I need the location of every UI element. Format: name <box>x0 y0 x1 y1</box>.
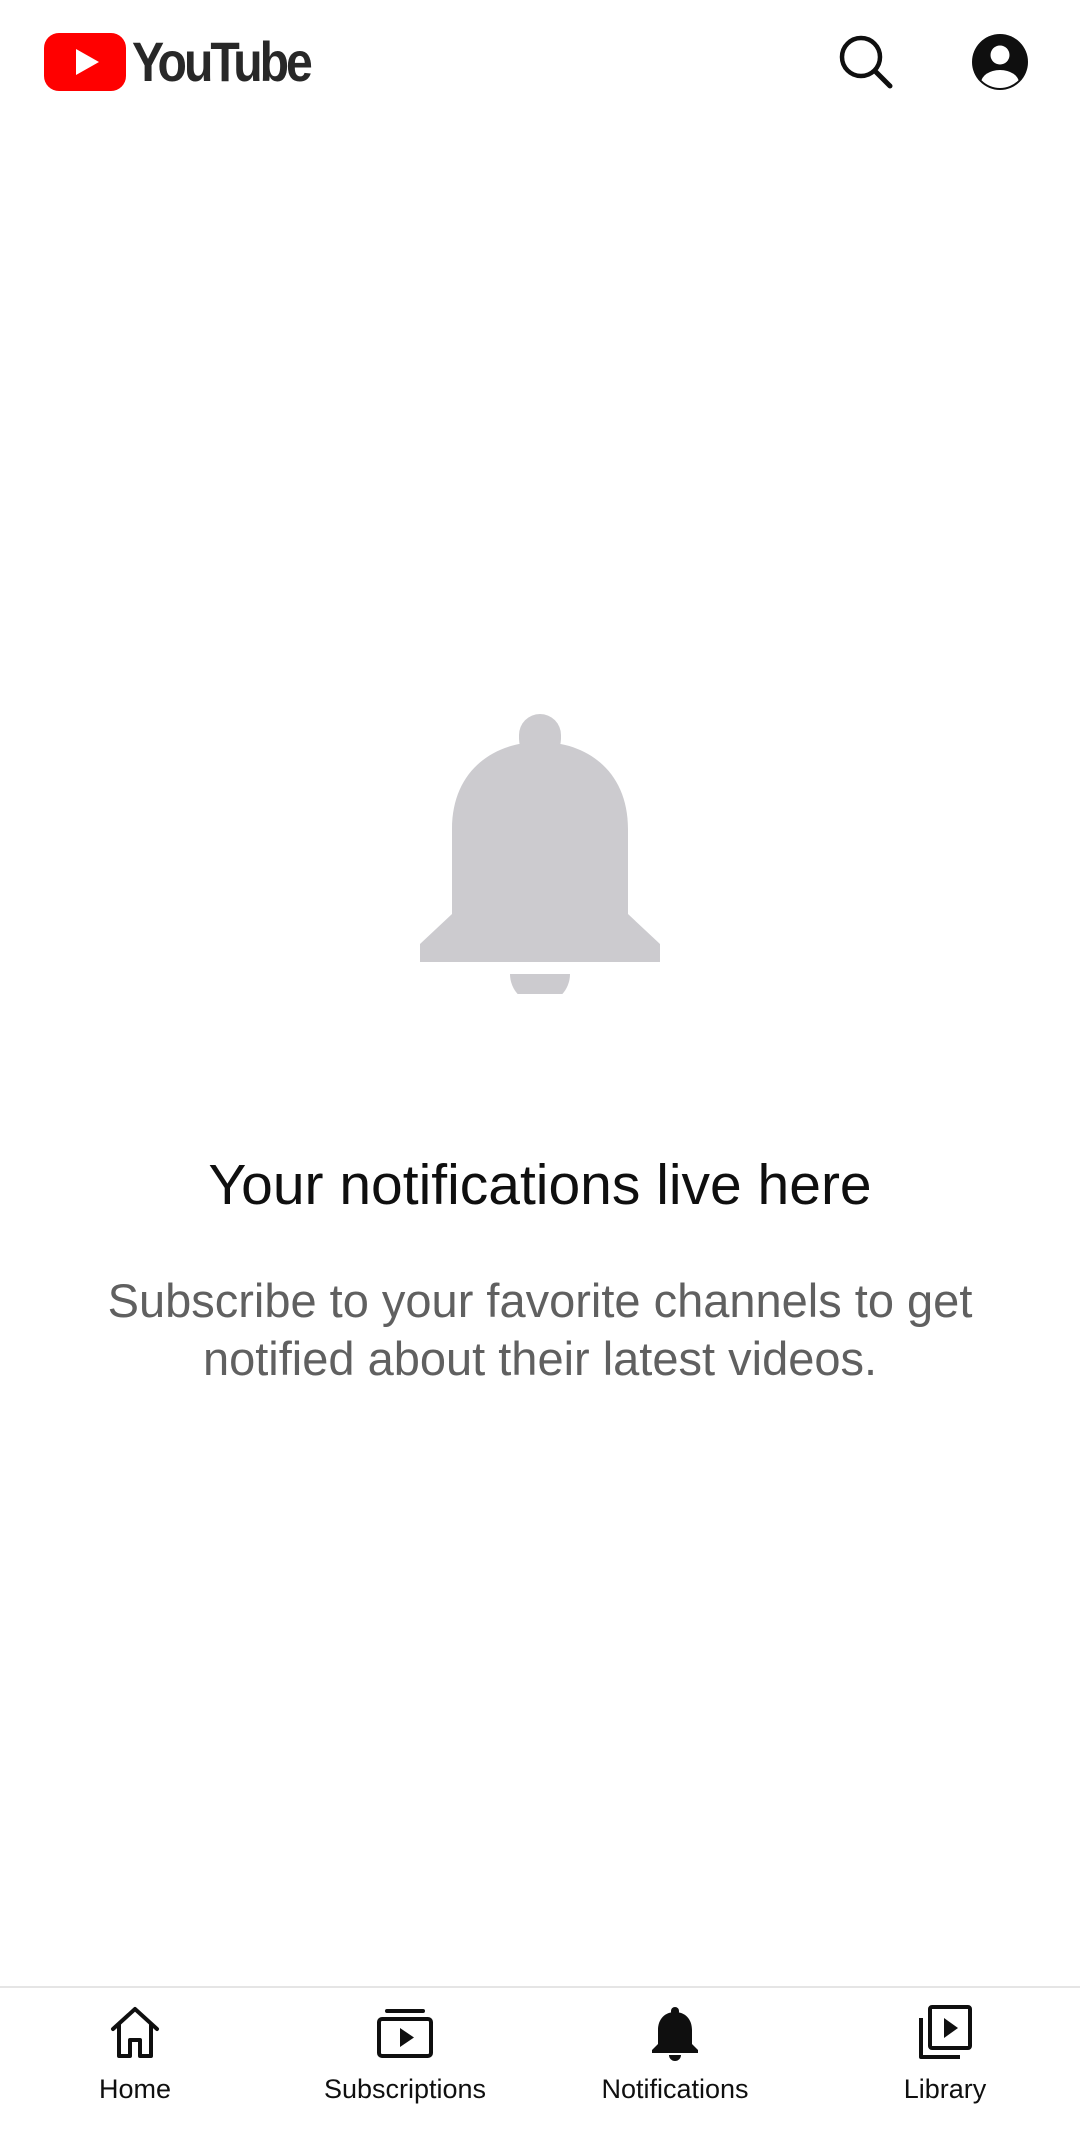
home-icon <box>105 2002 165 2062</box>
logo-wordmark: YouTube <box>132 30 313 93</box>
empty-state-title: Your notifications live here <box>208 1153 872 1217</box>
top-app-bar: YouTube <box>0 0 1080 125</box>
nav-item-subscriptions[interactable]: Subscriptions <box>270 1988 540 2137</box>
nav-item-library[interactable]: Library <box>810 1988 1080 2137</box>
bell-icon <box>420 714 660 994</box>
nav-item-home[interactable]: Home <box>0 1988 270 2137</box>
bell-icon <box>645 2002 705 2062</box>
nav-label-library: Library <box>903 2074 987 2104</box>
account-button[interactable] <box>966 28 1034 96</box>
nav-label-home: Home <box>98 2074 172 2104</box>
youtube-play-logo-icon <box>44 33 126 91</box>
subscriptions-icon <box>375 2002 435 2062</box>
nav-item-notifications[interactable]: Notifications <box>540 1988 810 2137</box>
youtube-logo[interactable]: YouTube <box>44 30 339 94</box>
nav-label-notifications: Notifications <box>601 2074 749 2104</box>
library-icon <box>915 2002 975 2062</box>
search-icon <box>839 35 893 89</box>
account-circle-icon <box>972 34 1028 90</box>
bottom-navigation: Home Subscriptions Notifications Library <box>0 1986 1080 2137</box>
empty-state-message: Subscribe to your favorite channels to g… <box>107 1274 973 1385</box>
nav-label-subscriptions: Subscriptions <box>323 2074 487 2104</box>
search-button[interactable] <box>832 28 900 96</box>
